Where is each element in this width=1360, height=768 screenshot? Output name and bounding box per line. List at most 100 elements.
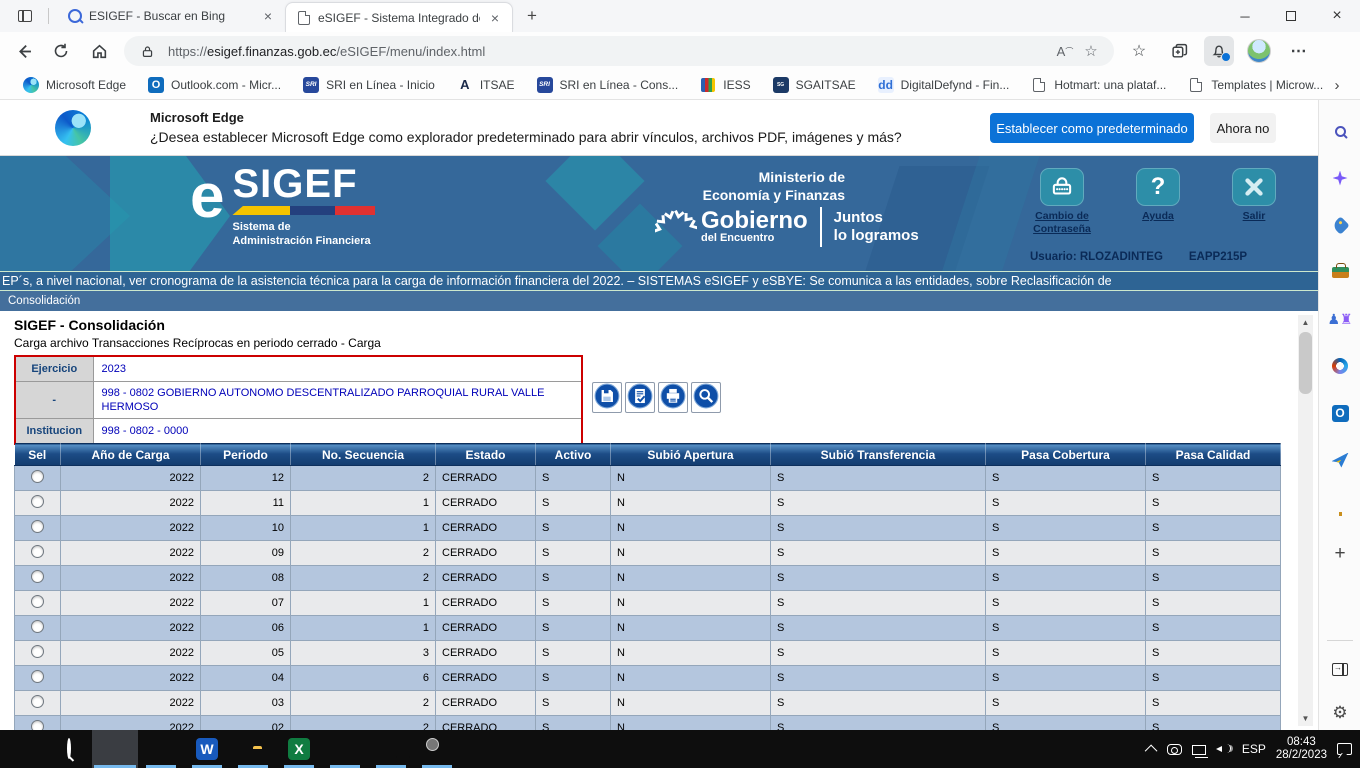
bookmark-item[interactable]: SRISRI en Línea - Inicio: [294, 73, 444, 97]
password-lock-icon[interactable]: [1040, 168, 1084, 206]
read-aloud-icon[interactable]: A⌒: [1052, 38, 1078, 64]
language-indicator[interactable]: ESP: [1242, 742, 1266, 756]
taskbar-start-button[interactable]: [0, 730, 46, 768]
row-radio-button[interactable]: [31, 520, 44, 533]
taskbar-excel-button[interactable]: X: [276, 730, 322, 768]
maximize-button[interactable]: [1268, 0, 1314, 32]
refresh-icon[interactable]: [46, 36, 76, 66]
address-bar[interactable]: https://esigef.finanzas.gob.ec/eSIGEF/me…: [124, 36, 1114, 66]
back-icon[interactable]: [8, 36, 38, 66]
row-radio-button[interactable]: [31, 470, 44, 483]
row-radio-button[interactable]: [31, 720, 44, 730]
set-default-button[interactable]: Establecer como predeterminado: [990, 113, 1194, 143]
taskbar-word-button[interactable]: W: [184, 730, 230, 768]
search-button[interactable]: [691, 382, 721, 413]
sidebar-open-panel-icon[interactable]: [1319, 652, 1360, 686]
help-icon[interactable]: ?: [1136, 168, 1180, 206]
close-tab-icon[interactable]: ×: [486, 9, 504, 27]
bookmark-item[interactable]: Microsoft Edge: [14, 73, 135, 97]
sidebar-outlook-icon[interactable]: O: [1319, 396, 1360, 430]
sidebar-settings-icon[interactable]: ⚙: [1319, 696, 1360, 730]
bookmark-item[interactable]: OOutlook.com - Micr...: [139, 73, 290, 97]
taskbar-search-button[interactable]: [46, 730, 92, 768]
tab-esigef[interactable]: eSIGEF - Sistema Integrado de Ge ×: [285, 2, 513, 32]
action-label[interactable]: Ayuda: [1126, 210, 1190, 223]
sidebar-shopping-icon[interactable]: [1319, 208, 1360, 242]
transferencia-cell: S: [771, 516, 986, 541]
select-cell: [15, 666, 61, 691]
calidad-cell: S: [1146, 516, 1281, 541]
cobertura-cell: S: [986, 591, 1146, 616]
bookmark-item[interactable]: Hotmart: una plataf...: [1022, 73, 1175, 97]
print-button[interactable]: [658, 382, 688, 413]
action-center-icon[interactable]: [1337, 743, 1352, 755]
more-menu-icon[interactable]: ⋯: [1284, 36, 1314, 66]
collections-icon[interactable]: [1164, 36, 1194, 66]
favorites-icon[interactable]: ☆: [1124, 36, 1154, 66]
new-tab-button[interactable]: +: [519, 3, 545, 29]
row-radio-button[interactable]: [31, 645, 44, 658]
table-row: 2022092CERRADOSNSSS: [15, 541, 1281, 566]
taskbar-firefox-button[interactable]: [322, 730, 368, 768]
clock[interactable]: 08:4328/2/2023: [1276, 736, 1327, 762]
sidebar-drop-icon[interactable]: [1319, 443, 1360, 477]
column-header: Pasa Cobertura: [986, 444, 1146, 466]
minimize-button[interactable]: ─: [1222, 0, 1268, 32]
taskbar-chrome-button[interactable]: [138, 730, 184, 768]
row-radio-button[interactable]: [31, 695, 44, 708]
taskbar-edge-button[interactable]: [92, 730, 138, 768]
estado-cell: CERRADO: [436, 516, 536, 541]
sidebar-toolbox-icon[interactable]: [1319, 255, 1360, 289]
row-radio-button[interactable]: [31, 570, 44, 583]
tab-actions-button[interactable]: [10, 4, 40, 28]
network-icon[interactable]: [1192, 745, 1206, 755]
bookmark-item[interactable]: AITSAE: [448, 73, 524, 97]
home-icon[interactable]: [84, 36, 114, 66]
row-radio-button[interactable]: [31, 595, 44, 608]
taskbar-chrome-profile-button[interactable]: [414, 730, 460, 768]
action-label[interactable]: Cambio de Contraseña: [1030, 210, 1094, 236]
profile-avatar[interactable]: [1244, 36, 1274, 66]
bookmark-item[interactable]: IESS: [691, 73, 759, 97]
sidebar-copilot-icon[interactable]: [1319, 161, 1360, 195]
row-radio-button[interactable]: [31, 670, 44, 683]
tray-expand-icon[interactable]: [1145, 744, 1158, 757]
bookmark-item[interactable]: SRISRI en Línea - Cons...: [528, 73, 688, 97]
cambio-de-contrase-a-button[interactable]: Cambio de Contraseña: [1030, 168, 1094, 236]
content-scrollbar[interactable]: ▲ ▼: [1298, 315, 1313, 726]
ayuda-button[interactable]: ? Ayuda: [1126, 168, 1190, 236]
activo-cell: S: [536, 691, 611, 716]
add-favorite-icon[interactable]: ☆: [1078, 38, 1104, 64]
close-tab-icon[interactable]: ×: [259, 7, 277, 25]
sidebar-add-icon[interactable]: +: [1319, 537, 1360, 571]
sidebar-expand-icon[interactable]: ›: [1326, 74, 1348, 96]
not-now-button[interactable]: Ahora no: [1210, 113, 1276, 143]
exit-icon[interactable]: [1232, 168, 1276, 206]
verify-button[interactable]: [625, 382, 655, 413]
taskbar-explorer-button[interactable]: [230, 730, 276, 768]
action-label[interactable]: Salir: [1222, 210, 1286, 223]
row-radio-button[interactable]: [31, 620, 44, 633]
salir-button[interactable]: Salir: [1222, 168, 1286, 236]
scroll-up-icon[interactable]: ▲: [1298, 315, 1313, 330]
volume-icon[interactable]: [1216, 743, 1232, 755]
bookmark-item[interactable]: ddDigitalDefynd - Fin...: [869, 73, 1019, 97]
close-button[interactable]: ×: [1314, 0, 1360, 32]
scrollbar-thumb[interactable]: [1299, 332, 1312, 394]
row-radio-button[interactable]: [31, 495, 44, 508]
sidebar-search-icon[interactable]: [1319, 114, 1360, 148]
taskbar-spotify-button[interactable]: [368, 730, 414, 768]
bookmark-item[interactable]: SGSGAITSAE: [764, 73, 865, 97]
estado-cell: CERRADO: [436, 466, 536, 491]
sidebar-tree-icon[interactable]: [1319, 490, 1360, 524]
meet-now-icon[interactable]: [1167, 744, 1182, 755]
lock-icon[interactable]: [134, 38, 160, 64]
bookmark-item[interactable]: Templates | Microw...: [1179, 73, 1332, 97]
scroll-down-icon[interactable]: ▼: [1298, 711, 1313, 726]
save-button[interactable]: [592, 382, 622, 413]
row-radio-button[interactable]: [31, 545, 44, 558]
sidebar-games-icon[interactable]: ♟♜: [1319, 302, 1360, 336]
sidebar-m365-icon[interactable]: [1319, 349, 1360, 383]
tab-bing-search[interactable]: ESIGEF - Buscar en Bing ×: [57, 2, 285, 30]
notifications-icon[interactable]: [1204, 36, 1234, 66]
